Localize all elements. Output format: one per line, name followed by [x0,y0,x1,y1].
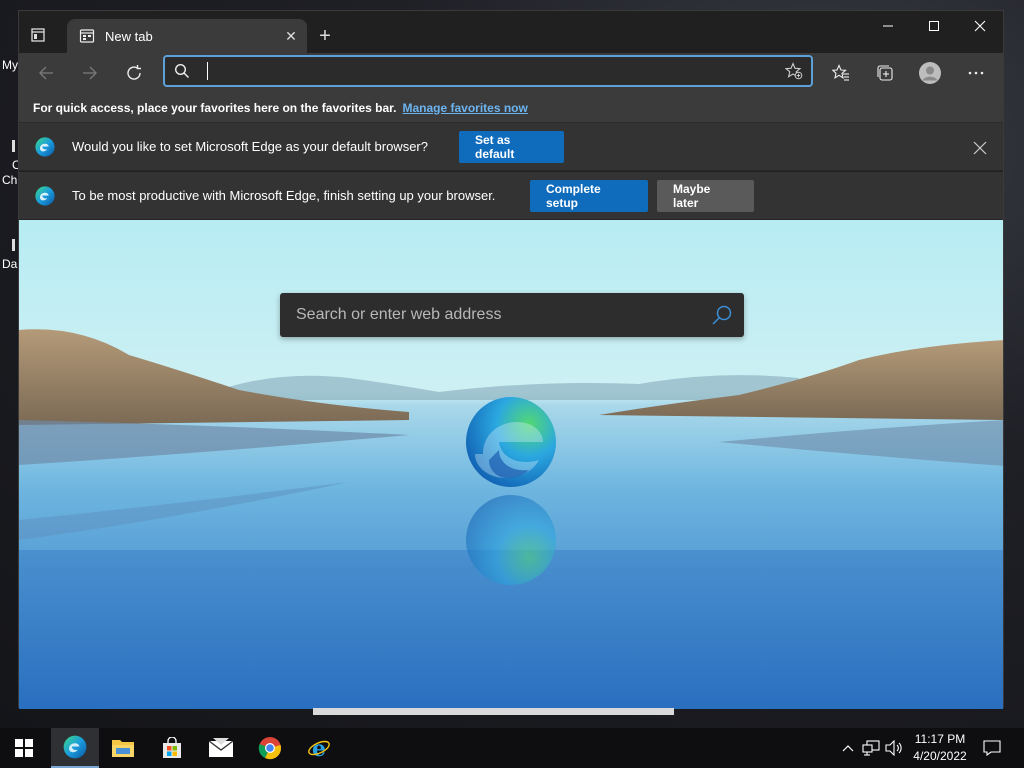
ntp-search-box[interactable]: Search or enter web address [280,293,744,337]
svg-text:e: e [312,736,326,760]
tab-title: New tab [105,28,153,44]
tab-close-icon[interactable]: ✕ [279,24,303,48]
clock-time: 11:17 PM [914,732,966,746]
window-resize-indicator [313,708,674,715]
desktop-icon[interactable] [12,239,15,251]
manage-favorites-link[interactable]: Manage favorites now [402,101,527,115]
close-window-button[interactable] [957,11,1003,41]
file-explorer-icon[interactable] [99,728,147,768]
complete-setup-button[interactable]: Complete setup [530,180,648,212]
network-icon[interactable] [861,738,881,758]
title-bar: New tab ✕ + [19,11,1003,53]
default-browser-message: Would you like to set Microsoft Edge as … [72,139,428,154]
favorites-bar-message: For quick access, place your favorites h… [33,100,397,115]
start-icon[interactable] [0,728,48,768]
volume-icon[interactable] [884,738,904,758]
notifications-icon[interactable] [982,738,1002,758]
chrome-icon[interactable] [246,728,294,768]
show-hidden-icons-icon[interactable] [838,738,858,758]
profile-avatar[interactable] [915,58,945,88]
text-caret [207,62,208,80]
refresh-button[interactable] [119,58,149,88]
search-icon[interactable] [700,304,744,326]
desktop-icon[interactable] [12,140,15,152]
search-icon [165,63,199,79]
settings-more-icon[interactable] [961,58,991,88]
setup-message: To be most productive with Microsoft Edg… [72,188,496,203]
new-tab-page: Search or enter web address [19,220,1003,709]
default-browser-infobar: Would you like to set Microsoft Edge as … [19,123,1003,171]
back-button[interactable] [31,58,61,88]
browser-window: New tab ✕ + For quick access, place your… [18,10,1004,709]
internet-explorer-icon[interactable]: e [295,728,343,768]
new-tab-page-icon [79,28,95,44]
desktop-icon-label[interactable]: Ch [2,173,17,187]
tab-new-tab[interactable]: New tab ✕ [67,19,307,53]
desktop-icon-label[interactable]: My [2,58,18,72]
taskbar: e 11:17 PM 4/20/2022 [0,728,1024,768]
store-icon[interactable] [148,728,196,768]
ntp-search-placeholder: Search or enter web address [296,306,502,323]
edge-logo-icon [35,136,55,157]
favorites-icon[interactable] [826,58,856,88]
edge-hero-logo [466,397,556,487]
toolbar [19,53,1003,93]
address-bar[interactable] [163,55,813,87]
favorites-bar: For quick access, place your favorites h… [19,93,1003,123]
set-as-default-button[interactable]: Set as default [459,131,564,163]
maximize-button[interactable] [911,11,957,41]
minimize-button[interactable] [865,11,911,41]
edge-logo-icon [35,185,55,206]
maybe-later-button[interactable]: Maybe later [657,180,754,212]
new-tab-button[interactable]: + [313,24,337,48]
add-favorite-icon[interactable] [777,62,811,80]
forward-button[interactable] [75,58,105,88]
clock[interactable]: 11:17 PM 4/20/2022 [908,731,972,765]
desktop-icon-label[interactable]: Da [2,257,17,271]
address-input[interactable] [212,63,777,79]
close-infobar-icon[interactable] [969,137,991,159]
collections-icon[interactable] [870,58,900,88]
mail-icon[interactable] [197,728,245,768]
tab-actions-icon[interactable] [25,22,51,48]
edge-icon[interactable] [51,728,99,768]
clock-date: 4/20/2022 [913,749,967,763]
setup-infobar: To be most productive with Microsoft Edg… [19,172,1003,220]
